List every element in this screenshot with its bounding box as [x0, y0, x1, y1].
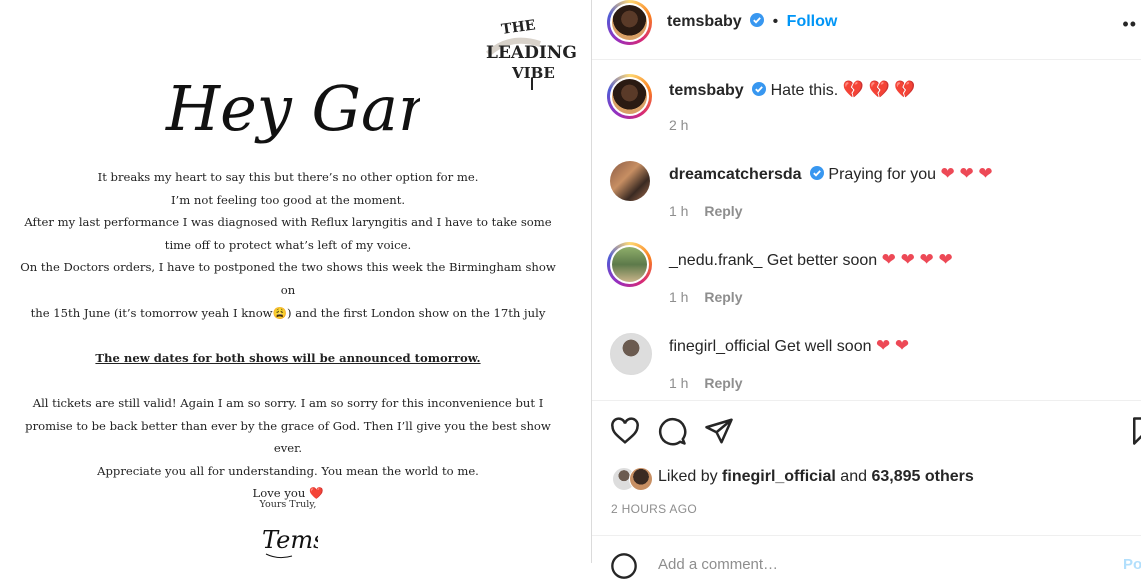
verified-badge-icon	[750, 13, 765, 27]
comment-time: 1 h	[669, 289, 689, 305]
liked-by: Liked by finegirl_official and 63,895 ot…	[658, 468, 974, 486]
liked-by-prefix: Liked by	[658, 468, 718, 485]
letter-body: It breaks my heart to say this but there…	[14, 166, 562, 505]
comment-text: Hate this.	[770, 82, 839, 99]
svg-text:THE: THE	[500, 17, 536, 38]
comment-username[interactable]: finegirl_official	[669, 338, 770, 355]
header-separator: •	[772, 13, 779, 30]
avatar[interactable]	[610, 161, 650, 201]
post-comment-button[interactable]: Post	[1123, 556, 1141, 573]
svg-text:Hey Gang,: Hey Gang,	[165, 72, 420, 145]
more-options-icon[interactable]: ••	[1122, 14, 1137, 35]
post-header: temsbaby • Follow ••	[592, 0, 1141, 60]
share-icon[interactable]	[704, 416, 734, 446]
letter-line: I’m not feeling too good at the moment.	[170, 192, 406, 207]
header-username[interactable]: temsbaby	[667, 13, 742, 30]
heart-emoji: ❤ ❤ ❤	[940, 164, 993, 183]
brand-logo: THE LEADING VIBE	[485, 17, 577, 90]
verified-badge-icon	[752, 82, 767, 96]
avatar[interactable]	[610, 333, 652, 375]
post-image: THE LEADING VIBE Hey Gang, It breaks my …	[0, 0, 592, 563]
comment-text: Get better soon	[766, 252, 878, 269]
avatar[interactable]	[607, 242, 652, 287]
letter-line: time off to protect what’s left of my vo…	[164, 237, 412, 252]
letter-line: Appreciate you all for understanding. Yo…	[97, 463, 479, 478]
broken-heart-emoji: 💔 💔 💔	[842, 80, 916, 99]
heart-emoji: ❤ ❤ ❤ ❤	[881, 250, 953, 269]
signature: Tems	[262, 526, 318, 559]
comment-text: Praying for you	[828, 166, 937, 183]
liked-by-user[interactable]: finegirl_official	[722, 468, 836, 485]
comment-username[interactable]: dreamcatchersda	[669, 166, 802, 183]
add-comment-input[interactable]: Add a comment…	[658, 556, 778, 573]
post-panel: temsbaby • Follow •• temsbaby Hate this.…	[592, 0, 1141, 579]
letter-line: All tickets are still valid! Again I am …	[32, 395, 544, 410]
post-actions: Liked by finegirl_official and 63,895 ot…	[592, 400, 1141, 579]
comment-time: 2 h	[669, 117, 689, 133]
reply-button[interactable]: Reply	[704, 375, 742, 391]
svg-text:LEADING: LEADING	[486, 43, 577, 63]
sign-off: Yours Truly,	[259, 499, 317, 510]
reply-button[interactable]: Reply	[704, 289, 742, 305]
letter-line: It breaks my heart to say this but there…	[97, 170, 479, 184]
add-comment-bar: Add a comment… Post	[592, 535, 1141, 579]
comment-time: 1 h	[669, 203, 689, 219]
reply-button[interactable]: Reply	[704, 203, 742, 219]
comment-username[interactable]: _nedu.frank_	[669, 252, 762, 269]
avatar[interactable]	[607, 74, 652, 119]
letter-line: promise to be back better than ever by t…	[25, 418, 551, 456]
comment-icon[interactable]	[657, 416, 687, 446]
likes-count[interactable]: 63,895 others	[871, 468, 973, 485]
letter-line: On the Doctors orders, I have to postpon…	[20, 260, 556, 297]
heart-icon[interactable]	[610, 416, 640, 446]
liked-by-middle: and	[840, 468, 867, 485]
comment-username[interactable]: temsbaby	[669, 82, 744, 99]
liker-avatar	[629, 467, 653, 491]
comment-time: 1 h	[669, 375, 689, 391]
post-timestamp[interactable]: 2 HOURS AGO	[611, 502, 697, 516]
emoji-icon[interactable]	[610, 552, 638, 580]
svg-text:Tems: Tems	[262, 526, 318, 554]
follow-button[interactable]: Follow	[787, 13, 838, 30]
letter-line: After my last performance I was diagnose…	[24, 215, 552, 230]
bookmark-icon[interactable]	[1128, 416, 1141, 446]
avatar[interactable]	[607, 0, 652, 45]
greeting-script: Hey Gang,	[165, 72, 420, 145]
comments-list: temsbaby Hate this. 💔 💔 💔 2 h dreamcatch…	[592, 60, 1141, 400]
comment-text: Get well soon	[774, 338, 872, 355]
letter-line: the 15th June (it’s tomorrow yeah I know…	[30, 305, 546, 320]
heart-emoji: ❤ ❤	[875, 336, 910, 355]
announcement: The new dates for both shows will be ann…	[95, 350, 481, 365]
verified-badge-icon	[809, 166, 824, 180]
